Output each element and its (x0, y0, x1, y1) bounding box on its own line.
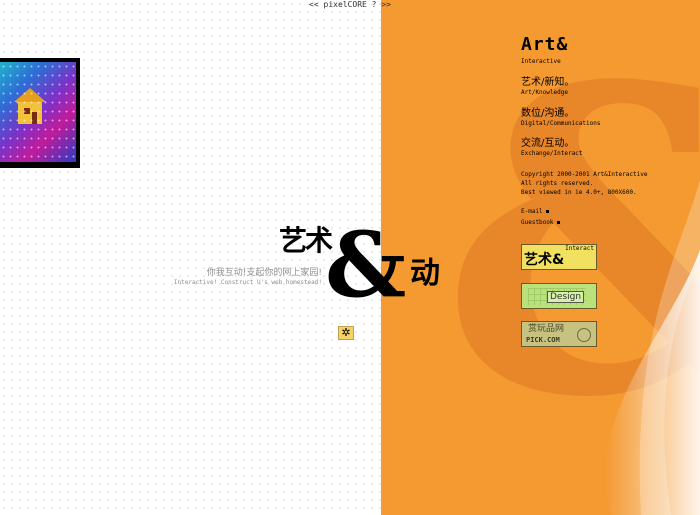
pick-banner-button[interactable]: 赏玩品网 PICK.COM (521, 321, 597, 347)
menu-item-art-knowledge[interactable]: 艺术/新知。 Art/Knowledge (521, 77, 574, 97)
menu-item-en: Exchange/Interact (521, 150, 583, 157)
page: & << pixelCORE ? >> (0, 0, 700, 515)
design-label: Design (547, 291, 585, 303)
bullet-icon (545, 210, 549, 213)
pixelcore-link[interactable]: << pixelCORE ? >> (309, 0, 391, 9)
tagline-cn: 你我互动!支起你的网上家园! (206, 268, 322, 278)
tagline-en: Interactive! Construct U's web homestead… (173, 279, 322, 286)
copyright-line: Copyright 2000-2001 Art&Interactive (521, 171, 648, 178)
email-link-label: E-mail (521, 208, 543, 215)
menu-item-exchange-interact[interactable]: 交流/互动。 Exchange/Interact (521, 138, 582, 158)
top-nav[interactable]: << pixelCORE ? >> (0, 0, 700, 10)
pick-en-label: PICK.COM (526, 336, 560, 344)
menu-item-cn: 数位/沟通。 (521, 108, 575, 119)
svg-text:&: & (325, 226, 406, 304)
menu-item-digital-communications[interactable]: 数位/沟通。 Digital/Communications (521, 108, 600, 128)
sparkle-overlay (0, 62, 76, 162)
logo-text-art: 艺术 (279, 224, 333, 257)
tagline: 你我互动!支起你的网上家园! Interactive! Construct U'… (140, 267, 322, 287)
copyright-block: Copyright 2000-2001 Art&Interactive All … (521, 170, 647, 197)
face-icon (577, 328, 591, 342)
brand-title: Art& (521, 34, 569, 55)
logo-text-interact: 动 (410, 256, 440, 291)
menu-item-cn: 艺术/新知。 (521, 77, 575, 88)
copyright-line: Best viewed in ie 4.0+, 800X600. (521, 189, 637, 196)
menu-item-en: Art/Knowledge (521, 89, 568, 96)
brand-logo: Art& Interactive (521, 35, 568, 66)
photo-thumbnail[interactable] (0, 58, 80, 168)
banner-big-label: 艺术& (524, 252, 565, 268)
pick-cn-label: 赏玩品网 (528, 324, 565, 334)
bullet-icon (556, 221, 560, 224)
copyright-line: All rights reserved. (521, 180, 594, 187)
guestbook-link-label: Guestbook (521, 219, 554, 226)
menu-item-cn: 交流/互动。 (521, 138, 575, 149)
banner-small-label: Interact (565, 245, 594, 252)
design-banner-button[interactable]: Design (521, 283, 597, 309)
guestbook-link[interactable]: Guestbook (521, 219, 560, 227)
brand-subtitle: Interactive (521, 58, 561, 65)
menu-item-en: Digital/Communications (521, 120, 601, 127)
thumbnail-image (0, 62, 76, 162)
email-link[interactable]: E-mail (521, 208, 549, 216)
flower-icon[interactable]: ✲ (338, 326, 354, 340)
interact-banner-button[interactable]: Interact 艺术& (521, 244, 597, 270)
